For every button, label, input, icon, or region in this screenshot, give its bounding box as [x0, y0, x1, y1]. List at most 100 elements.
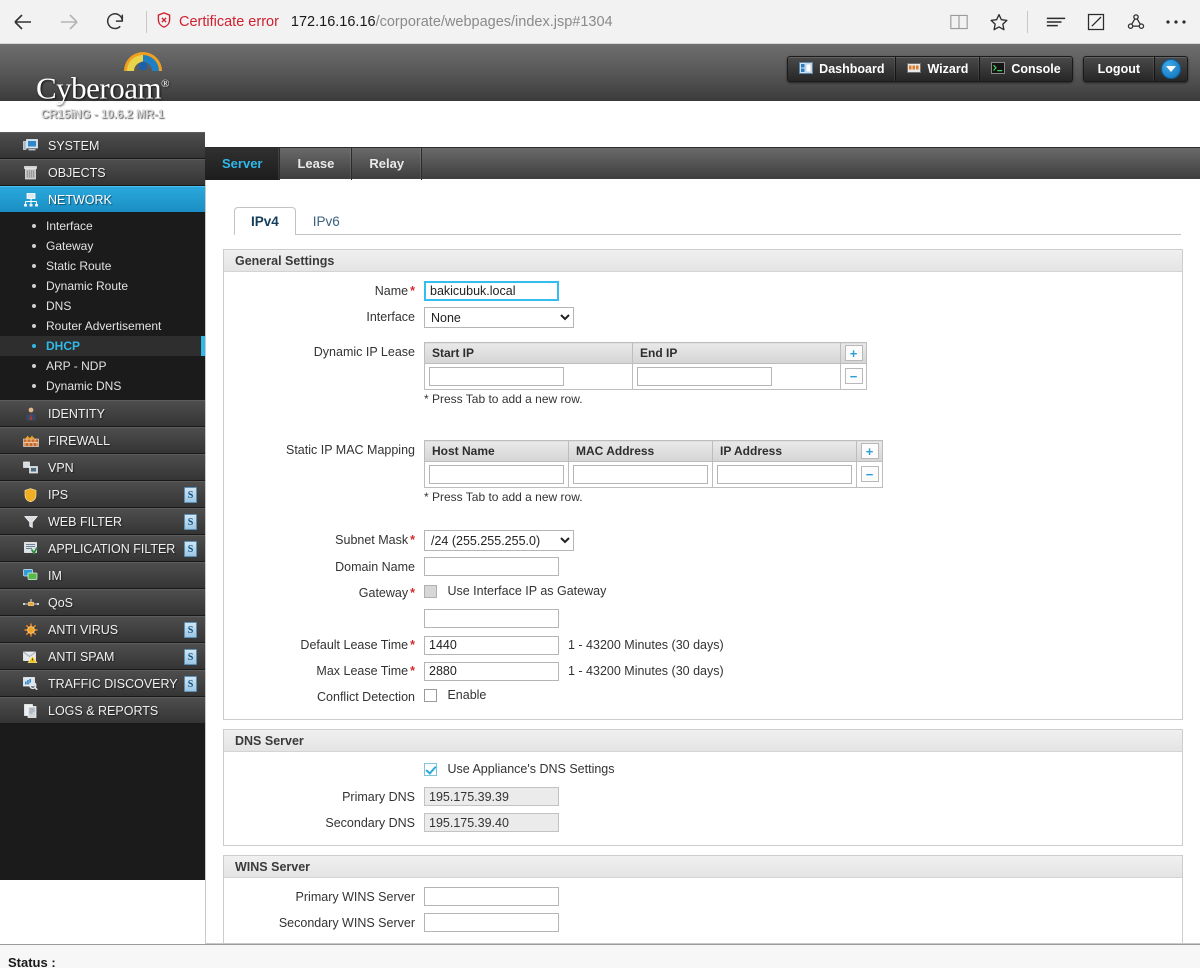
sidebar-item-anti-virus[interactable]: ANTI VIRUS S [0, 616, 205, 643]
interface-label: Interface [366, 310, 415, 324]
virus-icon [22, 622, 39, 637]
sidebar-item-vpn[interactable]: VPN [0, 454, 205, 481]
shield-icon [22, 487, 39, 502]
sidebar-item-interface[interactable]: Interface [0, 216, 205, 236]
default-lease-time-input[interactable] [424, 635, 559, 655]
reading-view-icon[interactable] [939, 0, 979, 44]
column-start-ip: Start IP [424, 342, 633, 364]
sidebar-item-application-filter[interactable]: APPLICATION FILTER S [0, 535, 205, 562]
ip-address-input[interactable] [717, 465, 852, 484]
favorites-star-icon[interactable] [979, 0, 1019, 44]
subnet-mask-select[interactable]: /24 (255.255.255.0) [424, 530, 574, 551]
cell-mac-address [568, 461, 713, 488]
end-ip-input[interactable] [637, 367, 772, 386]
sidebar-item-gateway[interactable]: Gateway [0, 236, 205, 256]
certificate-error-shield-icon [155, 11, 173, 33]
start-ip-input[interactable] [429, 367, 564, 386]
tab-lease[interactable]: Lease [280, 148, 353, 180]
use-interface-ip-checkbox[interactable] [424, 585, 437, 598]
sidebar-item-dhcp[interactable]: DHCP [0, 336, 205, 356]
default-lease-time-label: Default Lease Time * [300, 638, 415, 652]
cell-host-name [424, 461, 569, 488]
wizard-button[interactable]: Wizard [896, 57, 981, 81]
max-lease-time-input[interactable] [424, 661, 559, 681]
mac-address-input[interactable] [573, 465, 708, 484]
console-button[interactable]: Console [980, 57, 1071, 81]
browser-forward-button[interactable] [46, 0, 92, 44]
secondary-dns-input[interactable] [424, 813, 559, 832]
sidebar-label: VPN [48, 460, 74, 475]
sidebar-item-logs-reports[interactable]: LOGS & REPORTS [0, 697, 205, 724]
subnet-mask-row: Subnet Mask * /24 (255.255.255.0) [224, 530, 1182, 551]
remove-row-button[interactable]: − [844, 368, 863, 384]
browser-refresh-button[interactable] [92, 0, 138, 44]
primary-dns-input[interactable] [424, 787, 559, 806]
use-appliance-dns-checkbox[interactable] [424, 763, 437, 776]
address-bar[interactable]: 172.16.16.16/corporate/webpages/index.js… [291, 14, 613, 30]
primary-navigation-sidebar: SYSTEM OBJECTS NETWORK Interface Gateway… [0, 132, 205, 880]
status-bar: Status : [0, 944, 1200, 968]
remove-row-button[interactable]: − [860, 466, 879, 482]
tab-server[interactable]: Server [205, 148, 281, 180]
sidebar-item-network[interactable]: NETWORK [0, 186, 205, 213]
gateway-input[interactable] [424, 609, 559, 628]
sidebar-item-im[interactable]: IM [0, 562, 205, 589]
sidebar-label: ANTI SPAM [48, 649, 115, 664]
subtab-ipv4[interactable]: IPv4 [234, 207, 296, 235]
sidebar-item-dns[interactable]: DNS [0, 296, 205, 316]
hub-lines-icon[interactable] [1036, 0, 1076, 44]
subnet-mask-label: Subnet Mask * [335, 533, 415, 547]
name-input[interactable] [424, 281, 559, 301]
bullet-icon [32, 384, 36, 388]
subtab-ipv6[interactable]: IPv6 [296, 207, 357, 234]
sidebar-item-dynamic-dns[interactable]: Dynamic DNS [0, 376, 205, 396]
gateway-value-spacer [224, 609, 424, 629]
sidebar-item-identity[interactable]: IDENTITY [0, 400, 205, 427]
logout-button[interactable]: Logout [1084, 57, 1155, 81]
sidebar-item-system[interactable]: SYSTEM [0, 132, 205, 159]
certificate-error-indicator[interactable]: Certificate error [155, 11, 279, 33]
interface-select[interactable]: None [424, 307, 574, 328]
sidebar-label: TRAFFIC DISCOVERY [48, 676, 178, 691]
column-ip-address: IP Address [712, 440, 857, 462]
sidebar-sublabel: DNS [46, 299, 72, 313]
static-ip-mac-mapping-label: Static IP MAC Mapping [286, 443, 415, 457]
sidebar-item-anti-spam[interactable]: ANTI SPAM S [0, 643, 205, 670]
subscription-badge: S [184, 676, 197, 692]
domain-name-input[interactable] [424, 557, 559, 576]
add-row-button[interactable]: + [860, 443, 879, 459]
secondary-wins-input[interactable] [424, 913, 559, 932]
web-note-pencil-square-icon[interactable] [1076, 0, 1116, 44]
primary-wins-label: Primary WINS Server [295, 890, 415, 904]
sidebar-item-web-filter[interactable]: WEB FILTER S [0, 508, 205, 535]
sidebar-item-router-advertisement[interactable]: Router Advertisement [0, 316, 205, 336]
network-icon [22, 192, 39, 207]
user-menu-button[interactable] [1155, 57, 1187, 81]
sidebar-sublabel: ARP - NDP [46, 359, 107, 373]
sidebar-item-dynamic-route[interactable]: Dynamic Route [0, 276, 205, 296]
dynamic-ip-lease-grid: Start IP End IP + − * Press Tab to add a… [424, 342, 867, 406]
spam-mail-icon [22, 649, 39, 664]
primary-wins-input[interactable] [424, 887, 559, 906]
browser-back-button[interactable] [0, 0, 46, 44]
tab-relay[interactable]: Relay [352, 148, 423, 180]
use-appliance-dns-spacer [224, 761, 424, 781]
sidebar-item-qos[interactable]: QoS [0, 589, 205, 616]
conflict-detection-checkbox[interactable] [424, 689, 437, 702]
static-ip-mac-table: Host Name MAC Address IP Address + − [424, 440, 883, 488]
wizard-label: Wizard [927, 62, 969, 76]
add-row-button[interactable]: + [844, 345, 863, 361]
sidebar-item-ips[interactable]: IPS S [0, 481, 205, 508]
sidebar-item-arp-ndp[interactable]: ARP - NDP [0, 356, 205, 376]
sidebar-item-firewall[interactable]: FIREWALL [0, 427, 205, 454]
share-nodes-icon[interactable] [1116, 0, 1156, 44]
sidebar-item-traffic-discovery[interactable]: TRAFFIC DISCOVERY S [0, 670, 205, 697]
monitor-icon [22, 138, 39, 153]
primary-dns-label: Primary DNS [342, 790, 415, 804]
sidebar-item-static-route[interactable]: Static Route [0, 256, 205, 276]
dns-server-title: DNS Server [224, 730, 1182, 752]
sidebar-item-objects[interactable]: OBJECTS [0, 159, 205, 186]
dashboard-button[interactable]: Dashboard [788, 57, 897, 81]
host-name-input[interactable] [429, 465, 564, 484]
more-ellipsis-icon[interactable] [1156, 0, 1196, 44]
